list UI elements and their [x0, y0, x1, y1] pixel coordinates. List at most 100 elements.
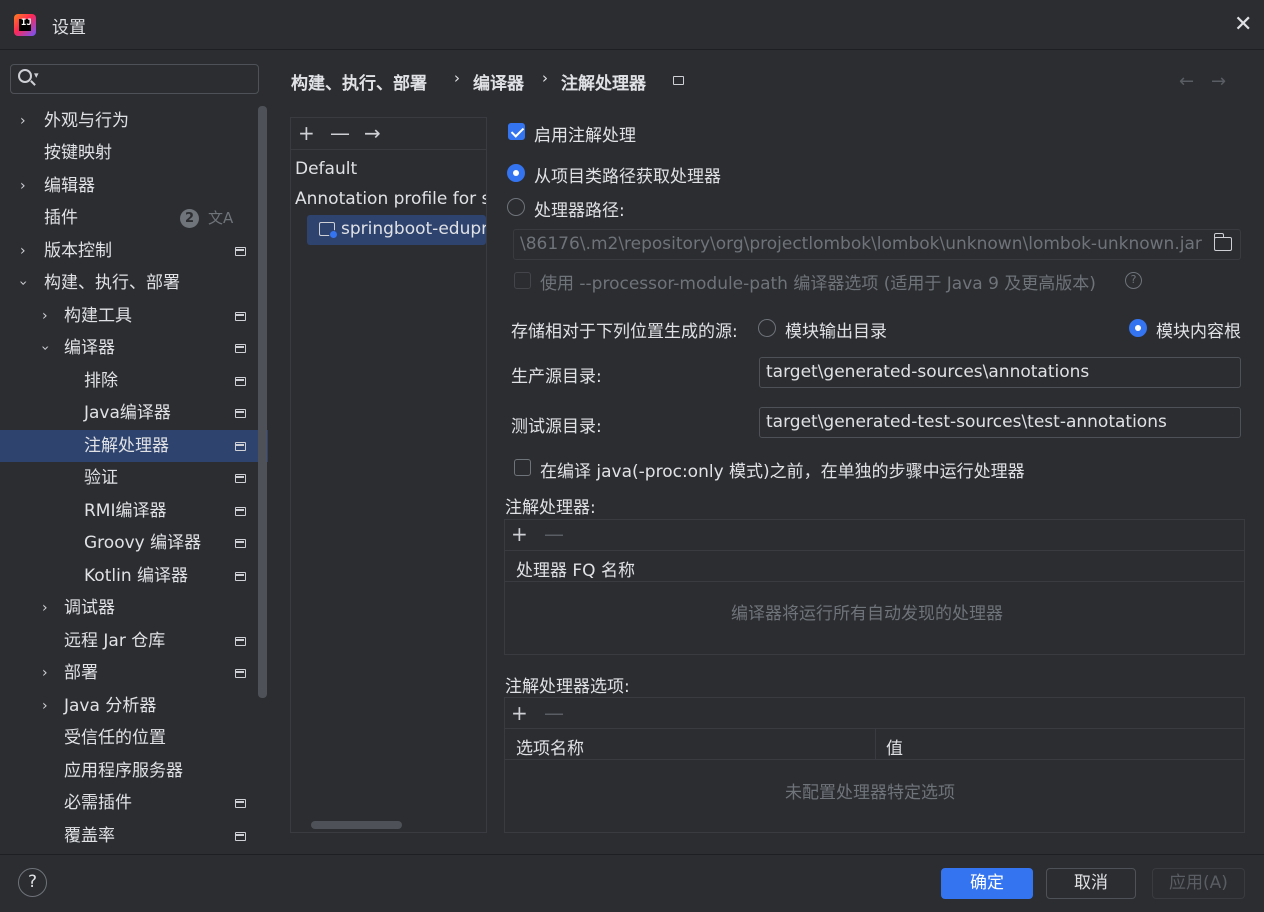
apply-button[interactable]: 应用(A)	[1152, 868, 1245, 899]
processor-path-radio[interactable]	[507, 198, 525, 216]
tree-item-editor[interactable]: › 编辑器	[0, 170, 268, 202]
tree-item-annotation-processors[interactable]: 注解处理器	[0, 430, 268, 462]
tree-item-label: 部署	[64, 663, 98, 683]
tree-item-deployment[interactable]: › 部署	[0, 657, 268, 689]
move-to-profile-button[interactable]: →	[364, 121, 381, 145]
breadcrumb-build-execution-deployment[interactable]: 构建、执行、部署	[291, 69, 427, 94]
profiles-horizontal-scrollbar[interactable]	[311, 821, 402, 829]
breadcrumb-annotation-processors: 注解处理器	[561, 74, 646, 94]
run-separate-step-checkbox[interactable]	[514, 459, 531, 476]
ok-button[interactable]: 确定	[941, 868, 1033, 899]
add-profile-button[interactable]: +	[298, 121, 315, 145]
tree-item-label: 验证	[84, 468, 118, 488]
tree-item-appearance[interactable]: › 外观与行为	[0, 105, 268, 137]
module-label: springboot-edupr	[341, 219, 486, 239]
tree-item-rmi-compiler[interactable]: RMI编译器	[0, 495, 268, 527]
profile-annotation[interactable]: Annotation profile for s	[295, 189, 486, 209]
tree-item-label: 注解处理器	[84, 436, 169, 456]
production-sources-dir-field[interactable]: target\generated-sources\annotations	[759, 357, 1241, 388]
module-content-root-radio[interactable]	[1129, 319, 1147, 337]
test-sources-dir-field[interactable]: target\generated-test-sources\test-annot…	[759, 407, 1241, 438]
tree-item-debugger[interactable]: › 调试器	[0, 592, 268, 624]
translate-icon: 文A	[208, 209, 234, 227]
settings-search-input[interactable]	[10, 64, 259, 94]
back-arrow-icon[interactable]: ←	[1179, 71, 1194, 92]
tree-item-label: Kotlin 编译器	[84, 566, 188, 586]
processor-fq-name-column[interactable]: 处理器 FQ 名称	[516, 556, 635, 581]
project-scope-icon	[235, 442, 246, 451]
close-icon[interactable]: ✕	[1234, 12, 1252, 37]
test-sources-dir-label: 测试源目录:	[511, 417, 602, 437]
project-scope-icon	[235, 377, 246, 386]
processors-table-toolbar	[505, 520, 1244, 551]
project-scope-icon	[673, 76, 684, 85]
tree-item-keymap[interactable]: 按键映射	[0, 137, 268, 169]
column-divider[interactable]	[875, 729, 876, 760]
option-value-column[interactable]: 值	[886, 734, 903, 759]
project-scope-icon	[235, 637, 246, 646]
search-icon	[18, 69, 32, 83]
processor-module-path-checkbox[interactable]	[514, 272, 531, 289]
sidebar-scrollbar[interactable]	[258, 106, 267, 698]
chevron-right-icon: ›	[42, 600, 48, 616]
tree-item-required-plugins[interactable]: 必需插件	[0, 787, 268, 819]
project-scope-icon	[235, 507, 246, 516]
option-name-column[interactable]: 选项名称	[516, 734, 584, 759]
tree-item-remote-jar-repositories[interactable]: 远程 Jar 仓库	[0, 625, 268, 657]
tree-item-label: 外观与行为	[44, 111, 129, 131]
tree-item-label: 调试器	[64, 598, 115, 618]
tree-item-label: 覆盖率	[64, 826, 115, 846]
title-bar	[0, 0, 1264, 50]
tree-item-java-profiler[interactable]: › Java 分析器	[0, 690, 268, 722]
tree-item-excludes[interactable]: 排除	[0, 365, 268, 397]
tree-item-version-control[interactable]: › 版本控制	[0, 235, 268, 267]
forward-arrow-icon[interactable]: →	[1211, 71, 1226, 92]
tree-item-coverage[interactable]: 覆盖率	[0, 820, 268, 852]
remove-option-button[interactable]: —	[544, 701, 564, 725]
processor-path-field[interactable]: \86176\.m2\repository\org\projectlombok\…	[513, 229, 1241, 260]
folder-icon[interactable]	[1214, 233, 1232, 251]
tree-item-build-execution-deployment[interactable]: › 构建、执行、部署	[0, 267, 268, 299]
tree-item-label: 版本控制	[44, 241, 112, 261]
processor-path-label: 处理器路径:	[534, 201, 625, 221]
module-output-directory-radio[interactable]	[758, 319, 776, 337]
tree-item-trusted-locations[interactable]: 受信任的位置	[0, 722, 268, 754]
processor-module-path-label: 使用 --processor-module-path 编译器选项 (适用于 Ja…	[540, 274, 1096, 294]
add-option-button[interactable]: +	[511, 701, 528, 725]
module-content-root-label: 模块内容根	[1156, 322, 1241, 342]
cancel-button[interactable]: 取消	[1046, 868, 1136, 899]
add-processor-button[interactable]: +	[511, 522, 528, 546]
tree-item-groovy-compiler[interactable]: Groovy 编译器	[0, 527, 268, 559]
tree-item-label: 构建工具	[64, 306, 132, 326]
tree-item-label: 受信任的位置	[64, 728, 166, 748]
enable-annotation-processing-checkbox[interactable]	[508, 123, 525, 140]
project-scope-icon	[235, 344, 246, 353]
chevron-right-icon: ›	[20, 178, 26, 194]
tree-item-build-tools[interactable]: › 构建工具	[0, 300, 268, 332]
search-options-chevron-icon[interactable]: ▾	[34, 71, 39, 81]
remove-profile-button[interactable]: —	[330, 121, 350, 145]
help-button[interactable]: ?	[18, 868, 47, 897]
obtain-from-classpath-radio[interactable]	[507, 164, 525, 182]
tree-item-label: 应用程序服务器	[64, 761, 183, 781]
tree-item-application-servers[interactable]: 应用程序服务器	[0, 755, 268, 787]
tree-item-label: Groovy 编译器	[84, 533, 202, 553]
chevron-right-icon: ›	[20, 113, 26, 129]
tree-item-plugins[interactable]: 插件 2 文A	[0, 202, 268, 234]
breadcrumb-compiler[interactable]: 编译器	[473, 69, 524, 94]
remove-processor-button[interactable]: —	[544, 522, 564, 546]
tree-item-java-compiler[interactable]: Java编译器	[0, 397, 268, 429]
help-icon[interactable]: ?	[1125, 272, 1142, 289]
tree-item-label: Java编译器	[84, 403, 171, 423]
processors-empty-text: 编译器将运行所有自动发现的处理器	[731, 604, 1003, 624]
chevron-down-icon: ›	[14, 280, 31, 286]
tree-item-label: 编辑器	[44, 176, 95, 196]
options-table-title: 注解处理器选项:	[505, 677, 630, 697]
tree-item-compiler[interactable]: › 编译器	[0, 332, 268, 364]
tree-item-label: 构建、执行、部署	[44, 273, 180, 293]
tree-item-validation[interactable]: 验证	[0, 462, 268, 494]
tree-item-label: 必需插件	[64, 793, 132, 813]
breadcrumb-separator: ›	[542, 69, 548, 87]
profile-default[interactable]: Default	[295, 159, 357, 179]
tree-item-kotlin-compiler[interactable]: Kotlin 编译器	[0, 560, 268, 592]
